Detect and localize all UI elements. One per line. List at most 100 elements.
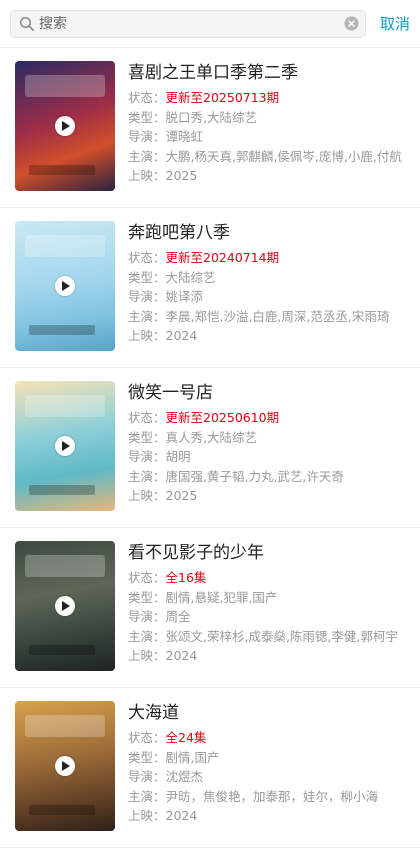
cast-value: 大鹏,杨天真,郭麒麟,侯佩岑,庞博,小鹿,付航 (165, 148, 402, 164)
type-value: 剧情,悬疑,犯罪,国产 (165, 589, 278, 605)
cast-row: 主演：张颂文,荣梓杉,成泰燊,陈雨锶,李健,郭柯宇 (128, 627, 420, 647)
director-label: 导演： (128, 769, 166, 784)
play-icon[interactable] (55, 436, 75, 456)
play-icon[interactable] (55, 596, 75, 616)
director-label: 导演： (128, 129, 166, 144)
search-bar: 取消 (0, 0, 420, 48)
result-title[interactable]: 看不见影子的少年 (128, 542, 420, 564)
result-info: 喜剧之王单口季第二季 状态：更新至20250713期 类型：脱口秀,大陆综艺 导… (128, 61, 420, 186)
director-value: 谭晓虹 (165, 129, 204, 144)
play-icon[interactable] (55, 116, 75, 136)
type-label: 类型： (128, 589, 166, 605)
release-label: 上映： (128, 168, 166, 183)
status-label: 状态： (128, 410, 166, 425)
director-value: 周全 (165, 609, 191, 624)
result-info: 大海道 状态：全24集 类型：剧情,国产 导演：沈煜杰 主演：尹昉，焦俊艳，加泰… (128, 701, 420, 826)
type-value: 剧情,国产 (165, 749, 220, 765)
poster-decoration (25, 235, 105, 257)
cast-row: 主演：大鹏,杨天真,郭麒麟,侯佩岑,庞博,小鹿,付航 (128, 147, 420, 167)
type-row: 类型：真人秀,大陆综艺 (128, 428, 420, 448)
poster-decoration (25, 715, 105, 737)
director-row: 导演：沈煜杰 (128, 767, 420, 787)
status-label: 状态： (128, 90, 166, 105)
cast-value: 尹昉，焦俊艳，加泰那，娃尔，柳小海 (165, 788, 379, 804)
cast-label: 主演： (128, 308, 166, 324)
type-value: 真人秀,大陆综艺 (165, 429, 257, 445)
status-label: 状态： (128, 570, 166, 585)
cast-row: 主演：尹昉，焦俊艳，加泰那，娃尔，柳小海 (128, 787, 420, 807)
search-box[interactable] (10, 9, 366, 38)
type-value: 脱口秀,大陆综艺 (165, 109, 257, 125)
director-row: 导演：胡明 (128, 447, 420, 467)
release-row: 上映：2024 (128, 646, 420, 666)
release-label: 上映： (128, 488, 166, 503)
release-label: 上映： (128, 648, 166, 663)
cast-row: 主演：唐国强,黄子韬,力丸,武艺,许天奇 (128, 467, 420, 487)
result-info: 奔跑吧第八季 状态：更新至20240714期 类型：大陆综艺 导演：姚译添 主演… (128, 221, 420, 346)
type-label: 类型： (128, 749, 166, 765)
release-value: 2025 (165, 168, 198, 183)
result-item[interactable]: 看不见影子的少年 状态：全16集 类型：剧情,悬疑,犯罪,国产 导演：周全 主演… (0, 528, 420, 688)
status-value: 更新至20250610期 (165, 410, 280, 425)
result-info: 微笑一号店 状态：更新至20250610期 类型：真人秀,大陆综艺 导演：胡明 … (128, 381, 420, 506)
release-row: 上映：2025 (128, 166, 420, 186)
poster-decoration (29, 485, 95, 495)
release-row: 上映：2024 (128, 326, 420, 346)
poster-image[interactable] (15, 221, 115, 351)
release-value: 2024 (165, 328, 198, 343)
type-row: 类型：剧情,悬疑,犯罪,国产 (128, 588, 420, 608)
status-value: 更新至20250713期 (165, 90, 280, 105)
status-row: 状态：更新至20250713期 (128, 88, 420, 108)
poster-decoration (29, 165, 95, 175)
result-item[interactable]: 微笑一号店 状态：更新至20250610期 类型：真人秀,大陆综艺 导演：胡明 … (0, 368, 420, 528)
poster-decoration (25, 395, 105, 417)
release-label: 上映： (128, 808, 166, 823)
release-label: 上映： (128, 328, 166, 343)
poster-decoration (29, 805, 95, 815)
director-label: 导演： (128, 609, 166, 624)
director-value: 沈煜杰 (165, 769, 204, 784)
result-title[interactable]: 喜剧之王单口季第二季 (128, 62, 420, 84)
release-value: 2024 (165, 808, 198, 823)
director-value: 姚译添 (165, 289, 204, 304)
poster-image[interactable] (15, 701, 115, 831)
type-value: 大陆综艺 (165, 269, 216, 285)
result-item[interactable]: 奔跑吧第八季 状态：更新至20240714期 类型：大陆综艺 导演：姚译添 主演… (0, 208, 420, 368)
search-icon (19, 16, 35, 32)
status-value: 全16集 (165, 570, 207, 585)
status-value: 更新至20240714期 (165, 250, 280, 265)
search-input[interactable] (39, 15, 344, 32)
poster-image[interactable] (15, 61, 115, 191)
result-item[interactable]: 大海道 状态：全24集 类型：剧情,国产 导演：沈煜杰 主演：尹昉，焦俊艳，加泰… (0, 688, 420, 848)
status-label: 状态： (128, 250, 166, 265)
poster-image[interactable] (15, 381, 115, 511)
type-row: 类型：脱口秀,大陆综艺 (128, 108, 420, 128)
status-row: 状态：更新至20250610期 (128, 408, 420, 428)
type-row: 类型：剧情,国产 (128, 748, 420, 768)
play-icon[interactable] (55, 276, 75, 296)
cast-label: 主演： (128, 628, 166, 644)
clear-icon[interactable] (344, 16, 359, 31)
cast-row: 主演：李晨,郑恺,沙溢,白鹿,周深,范丞丞,宋雨琦 (128, 307, 420, 327)
status-row: 状态：全24集 (128, 728, 420, 748)
type-label: 类型： (128, 429, 166, 445)
status-row: 状态：更新至20240714期 (128, 248, 420, 268)
result-title[interactable]: 微笑一号店 (128, 382, 420, 404)
play-icon[interactable] (55, 756, 75, 776)
release-value: 2025 (165, 488, 198, 503)
cancel-button[interactable]: 取消 (378, 9, 410, 38)
release-value: 2024 (165, 648, 198, 663)
director-row: 导演：周全 (128, 607, 420, 627)
status-row: 状态：全16集 (128, 568, 420, 588)
type-row: 类型：大陆综艺 (128, 268, 420, 288)
result-title[interactable]: 奔跑吧第八季 (128, 222, 420, 244)
result-title[interactable]: 大海道 (128, 702, 420, 724)
release-row: 上映：2025 (128, 486, 420, 506)
result-item[interactable]: 喜剧之王单口季第二季 状态：更新至20250713期 类型：脱口秀,大陆综艺 导… (0, 48, 420, 208)
poster-decoration (29, 325, 95, 335)
cast-value: 唐国强,黄子韬,力丸,武艺,许天奇 (165, 468, 344, 484)
cast-value: 李晨,郑恺,沙溢,白鹿,周深,范丞丞,宋雨琦 (165, 308, 390, 324)
release-row: 上映：2024 (128, 806, 420, 826)
cast-label: 主演： (128, 788, 166, 804)
poster-image[interactable] (15, 541, 115, 671)
